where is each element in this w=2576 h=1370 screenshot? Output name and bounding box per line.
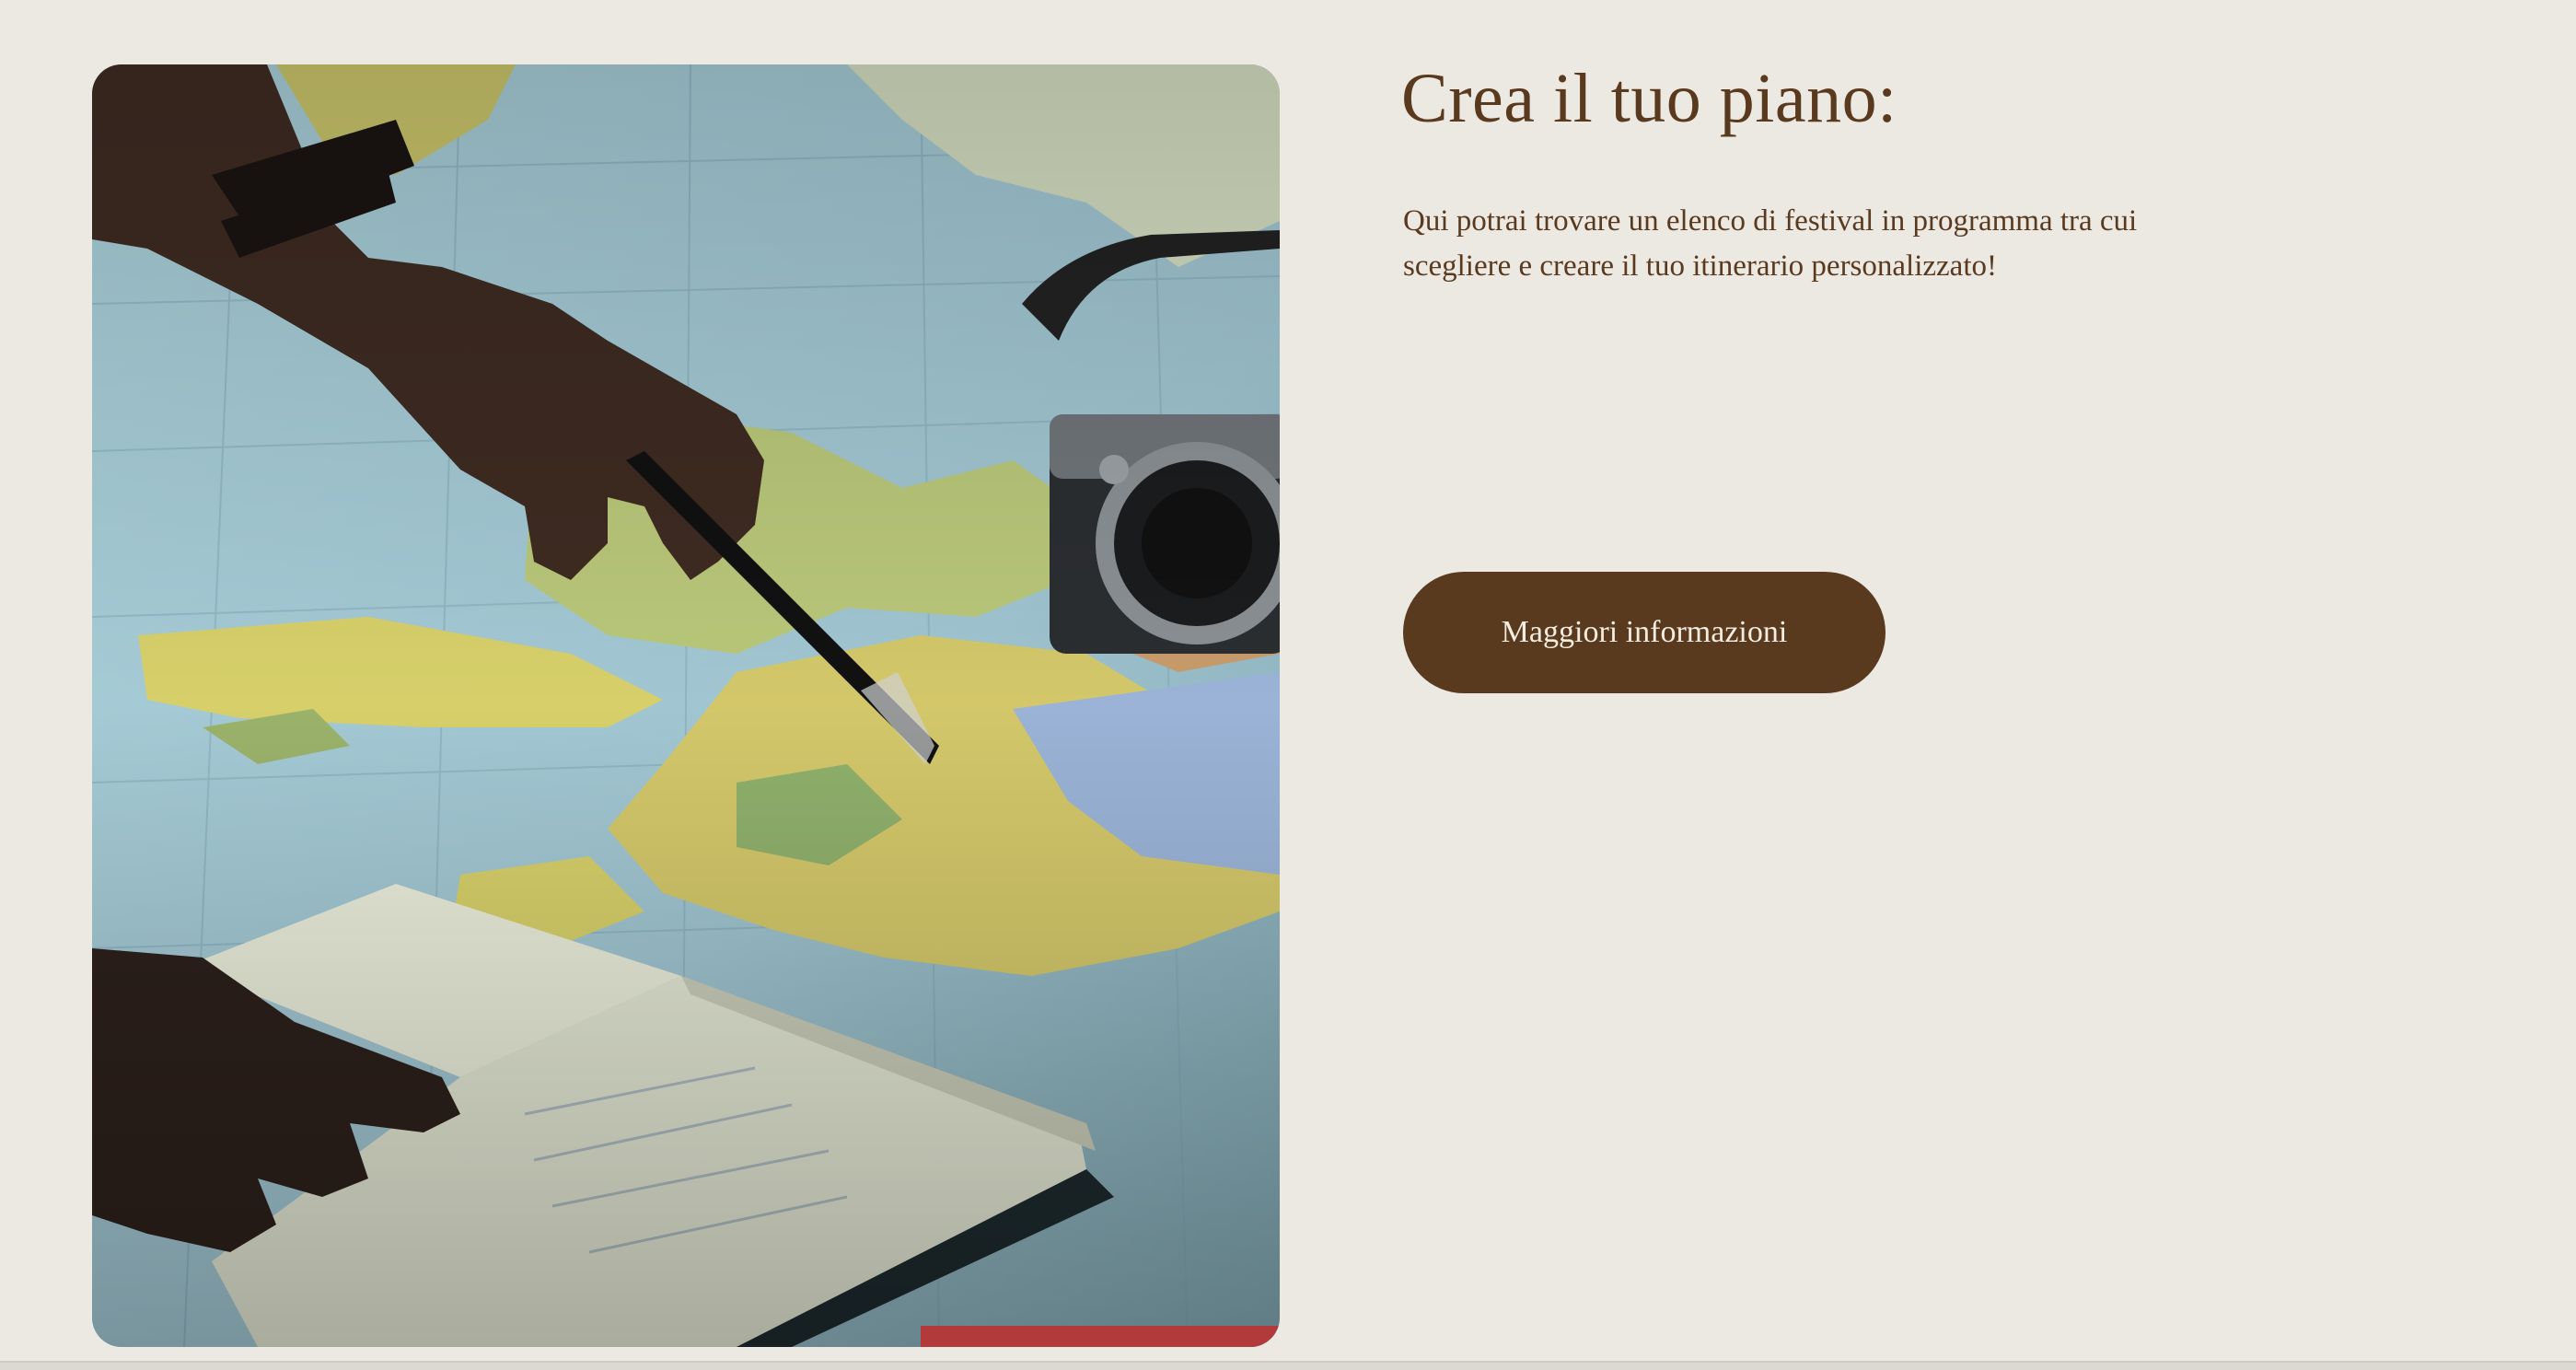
intro-description: Qui potrai trovare un elenco di festival…	[1403, 204, 2138, 283]
map-photo-illustration	[92, 64, 1280, 1347]
hero-photo	[92, 64, 1280, 1347]
page-bottom-edge	[0, 1361, 2576, 1370]
page-title: Crea il tuo piano:	[1401, 60, 1897, 137]
more-info-button[interactable]: Maggiori informazioni	[1403, 572, 1886, 693]
